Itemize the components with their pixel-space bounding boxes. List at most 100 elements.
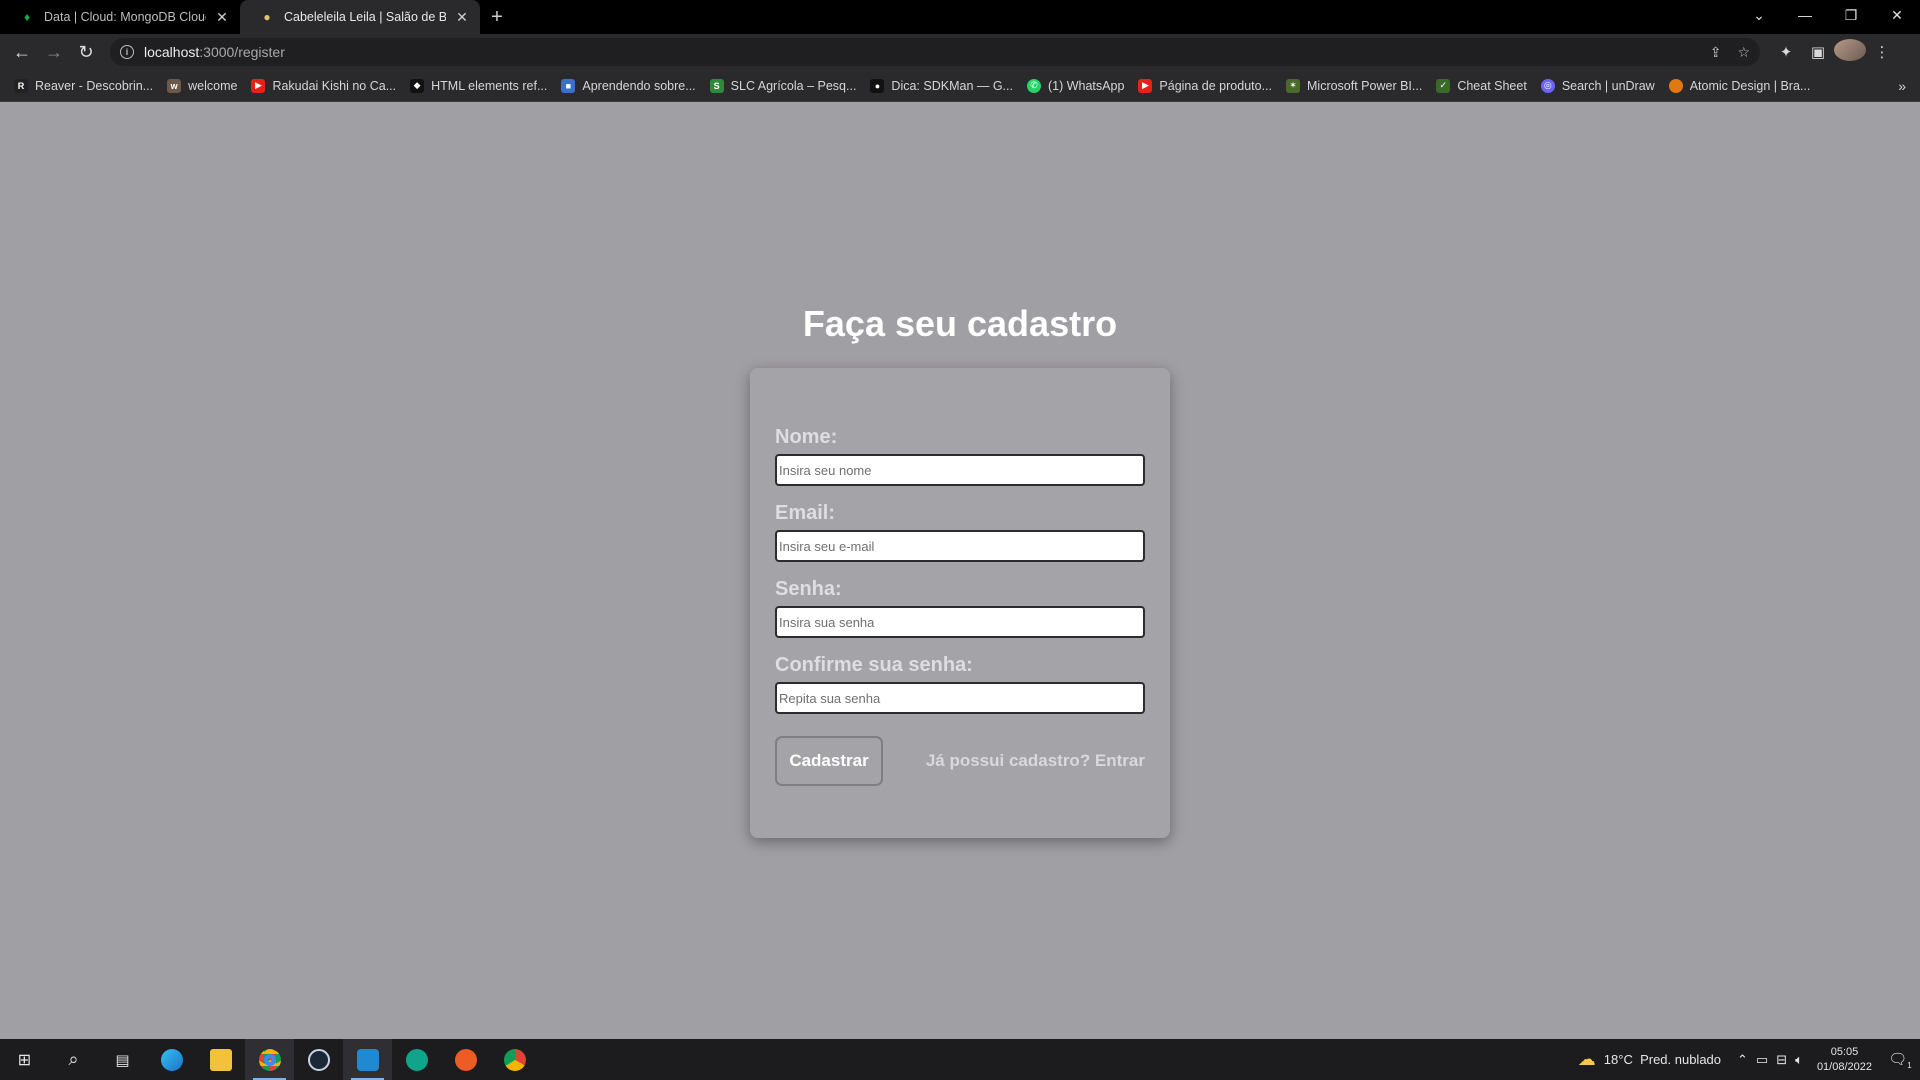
- bookmark-item[interactable]: Atomic Design | Bra...: [1668, 78, 1810, 93]
- confirm-password-label: Confirme sua senha:: [775, 654, 973, 676]
- confirm-password-field-group: Confirme sua senha:: [775, 654, 1145, 714]
- restore-button[interactable]: ❐: [1828, 0, 1874, 30]
- close-window-button[interactable]: ✕: [1874, 0, 1920, 30]
- menu-icon[interactable]: ⋮: [1866, 43, 1898, 61]
- bookmark-item[interactable]: S SLC Agrícola – Pesq...: [709, 78, 856, 93]
- close-icon[interactable]: ✕: [454, 9, 470, 26]
- vscode-icon[interactable]: [343, 1039, 392, 1080]
- volume-icon[interactable]: 🔈︎: [1795, 1052, 1803, 1068]
- tab-mongodb[interactable]: ♦ Data | Cloud: MongoDB Cloud ✕: [0, 0, 240, 34]
- email-field-group: Email:: [775, 502, 1145, 562]
- bookmark-item[interactable]: ■ Aprendendo sobre...: [561, 78, 696, 93]
- undraw-icon: ◎: [1540, 78, 1555, 93]
- window-controls: ⌄ — ❐ ✕: [1736, 0, 1920, 30]
- network-icon[interactable]: ⊟: [1776, 1052, 1787, 1068]
- tab-strip: ♦ Data | Cloud: MongoDB Cloud ✕ ● Cabele…: [0, 0, 1920, 34]
- password-label: Senha:: [775, 578, 842, 600]
- bookmark-item[interactable]: ▶ Rakudai Kishi no Ca...: [251, 78, 396, 93]
- edge-icon[interactable]: [147, 1039, 196, 1080]
- postman-icon[interactable]: [441, 1039, 490, 1080]
- whatsapp-icon: ✆: [1026, 78, 1041, 93]
- bookmark-icon: R: [14, 78, 28, 93]
- confirm-password-input[interactable]: [775, 682, 1145, 714]
- share-icon[interactable]: ⇪: [1710, 44, 1722, 61]
- name-field-group: Nome:: [775, 426, 1145, 486]
- youtube-icon: ▶: [1138, 78, 1153, 93]
- forward-icon[interactable]: →: [38, 36, 70, 68]
- bookmark-item[interactable]: ◎ Search | unDraw: [1540, 78, 1655, 93]
- chrome-icon[interactable]: [245, 1039, 294, 1080]
- star-icon[interactable]: ☆: [1737, 44, 1750, 61]
- new-tab-button[interactable]: +: [480, 0, 514, 34]
- youtube-icon: ▶: [251, 78, 266, 93]
- bulb-icon: ●: [263, 10, 271, 24]
- bookmarks-bar: R Reaver - Descobrin... w welcome ▶ Rakudai…: [0, 70, 1920, 102]
- name-label: Nome:: [775, 426, 838, 448]
- bookmark-item[interactable]: w welcome: [167, 78, 237, 93]
- cheatsheet-icon: ✓: [1436, 78, 1451, 93]
- clock[interactable]: 05:05 01/08/2022: [1817, 1045, 1872, 1075]
- toolbar-actions: ✦ ▣ ⋮: [1770, 39, 1898, 65]
- url-host: localhost: [144, 44, 200, 60]
- page-title: Faça seu cadastro: [802, 303, 1118, 344]
- cube-icon: ■: [561, 78, 576, 93]
- password-field-group: Senha:: [775, 578, 1145, 638]
- back-icon[interactable]: ←: [6, 36, 38, 68]
- bookmark-item[interactable]: ◆ HTML elements ref...: [410, 78, 547, 93]
- extensions-icon[interactable]: ✦: [1770, 43, 1802, 61]
- atomic-icon: [1668, 78, 1683, 93]
- bookmark-item[interactable]: ▶ Página de produto...: [1138, 78, 1272, 93]
- weather-desc: Pred. nublado: [1640, 1052, 1722, 1067]
- task-view-icon[interactable]: ▤: [98, 1039, 147, 1080]
- bookmark-item[interactable]: ✆ (1) WhatsApp: [1026, 78, 1124, 93]
- reload-icon[interactable]: ↻: [70, 36, 102, 68]
- minimize-button[interactable]: —: [1782, 0, 1828, 30]
- tab-cabeleleila[interactable]: ● Cabeleleila Leila | Salão de Beleza ✕: [240, 0, 480, 34]
- gitkraken-icon[interactable]: [392, 1039, 441, 1080]
- clock-time: 05:05: [1830, 1045, 1859, 1058]
- browser-toolbar: ← → ↻ i localhost:3000/register ⇪ ☆ ✦ ▣ …: [0, 34, 1920, 70]
- powerbi-icon: ✶: [1286, 78, 1300, 93]
- url-path: :3000/register: [199, 44, 285, 60]
- email-input[interactable]: [775, 530, 1145, 562]
- taskbar: ⊞ ⌕ ▤ ☁ 18°C Pred. nublado ⌃ ▭ ⊟ 🔈︎ 05:0…: [0, 1039, 1920, 1080]
- more-bookmarks-icon[interactable]: »: [1898, 78, 1906, 94]
- tab-title: Data | Cloud: MongoDB Cloud: [44, 10, 206, 24]
- clock-date: 01/08/2022: [1816, 1060, 1872, 1073]
- system-tray: ☁ 18°C Pred. nublado ⌃ ▭ ⊟ 🔈︎ 05:05 01/0…: [1578, 1039, 1920, 1080]
- address-bar[interactable]: i localhost:3000/register ⇪ ☆: [110, 38, 1760, 66]
- chrome-icon[interactable]: [490, 1039, 539, 1080]
- close-icon[interactable]: ✕: [214, 9, 230, 26]
- search-icon[interactable]: ⌕: [49, 1039, 98, 1080]
- register-button[interactable]: Cadastrar: [775, 736, 883, 786]
- weather-widget[interactable]: ☁ 18°C Pred. nublado: [1578, 1049, 1721, 1070]
- slc-icon: S: [709, 78, 724, 93]
- email-label: Email:: [775, 502, 836, 524]
- bookmark-item[interactable]: ✶ Microsoft Power BI...: [1286, 78, 1422, 93]
- chevron-up-icon[interactable]: ⌃: [1737, 1052, 1748, 1068]
- tab-search-icon[interactable]: ⌄: [1736, 0, 1782, 30]
- notification-count: 1: [1907, 1060, 1912, 1070]
- page-body: Faça seu cadastro Nome: Email: Senha: Co…: [0, 103, 1920, 1039]
- register-form: Nome: Email: Senha: Confirme sua senha: …: [750, 368, 1170, 838]
- password-input[interactable]: [775, 606, 1145, 638]
- login-link[interactable]: Já possui cadastro? Entrar: [926, 751, 1145, 771]
- form-actions: Cadastrar Já possui cadastro? Entrar: [775, 736, 1145, 786]
- bookmark-icon: w: [167, 78, 182, 93]
- bookmark-item[interactable]: ● Dica: SDKMan — G...: [870, 78, 1013, 93]
- profile-avatar[interactable]: [1834, 39, 1866, 65]
- bookmark-item[interactable]: ✓ Cheat Sheet: [1436, 78, 1527, 93]
- info-icon[interactable]: i: [120, 45, 134, 59]
- file-explorer-icon[interactable]: [196, 1039, 245, 1080]
- side-panel-icon[interactable]: ▣: [1802, 43, 1834, 61]
- name-input[interactable]: [775, 454, 1145, 486]
- tab-title: Cabeleleila Leila | Salão de Beleza: [284, 10, 446, 24]
- medium-icon: ●: [870, 78, 885, 93]
- meet-now-icon[interactable]: ▭: [1756, 1052, 1768, 1068]
- notifications-icon[interactable]: 🗨︎1: [1886, 1050, 1914, 1070]
- leaf-icon: ♦: [23, 10, 31, 24]
- weather-temp: 18°C: [1603, 1052, 1633, 1067]
- windows-start-icon[interactable]: ⊞: [0, 1039, 49, 1080]
- steam-icon[interactable]: [294, 1039, 343, 1080]
- bookmark-item[interactable]: R Reaver - Descobrin...: [14, 78, 153, 93]
